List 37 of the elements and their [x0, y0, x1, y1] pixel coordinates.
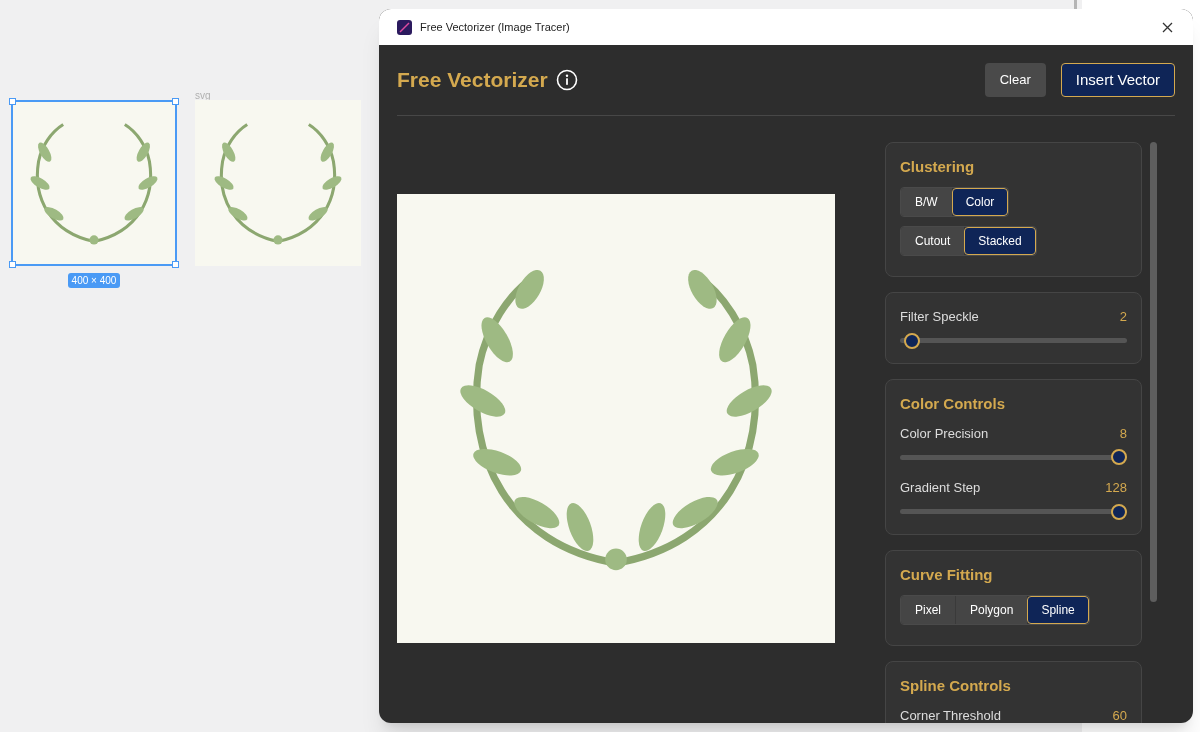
slider-value: 2 — [1119, 308, 1127, 326]
scrollbar[interactable] — [1150, 142, 1157, 602]
slider-thumb[interactable] — [1111, 503, 1127, 520]
dialog-title: Free Vectorizer (Image Tracer) — [420, 19, 570, 35]
segment-option[interactable]: Cutout — [901, 227, 965, 255]
slider-value: 128 — [1105, 479, 1127, 497]
resize-handle[interactable] — [172, 261, 179, 268]
app-title: Free Vectorizer — [397, 67, 548, 94]
slider[interactable] — [900, 332, 1127, 349]
slider-label: Color Precision — [900, 424, 989, 443]
slider-label: Filter Speckle — [900, 308, 979, 326]
size-badge: 400 × 400 — [67, 273, 121, 288]
segment-option[interactable]: B/W — [901, 188, 952, 216]
slider[interactable] — [900, 449, 1127, 465]
app-logo-icon — [397, 19, 412, 35]
slider-thumb[interactable] — [1111, 449, 1127, 465]
slider-thumb[interactable] — [904, 332, 921, 349]
slider-label: Gradient Step — [900, 479, 981, 497]
segment-option[interactable]: Polygon — [955, 595, 1028, 624]
insert-button[interactable]: Insert Vector — [1060, 63, 1175, 97]
resize-handle[interactable] — [9, 98, 16, 105]
segment-option[interactable]: Stacked — [964, 227, 1036, 255]
segment-option[interactable]: Spline — [1027, 595, 1089, 624]
section-title: Spline Controls — [900, 675, 1012, 696]
section-title: Curve Fitting — [900, 564, 994, 585]
resize-handle[interactable] — [172, 98, 179, 105]
info-icon[interactable] — [555, 69, 578, 91]
section-title: Clustering — [900, 157, 976, 177]
slider-value: 8 — [1119, 424, 1127, 443]
slider[interactable] — [900, 503, 1127, 520]
section-title: Color Controls — [900, 393, 1006, 414]
resize-handle[interactable] — [9, 261, 16, 268]
slider-value: 60 — [1112, 706, 1127, 723]
clear-button[interactable]: Clear — [984, 63, 1046, 97]
segment-option[interactable]: Pixel — [901, 595, 955, 624]
slider-label: Corner Threshold — [900, 706, 1001, 723]
segment-option[interactable]: Color — [951, 188, 1009, 216]
